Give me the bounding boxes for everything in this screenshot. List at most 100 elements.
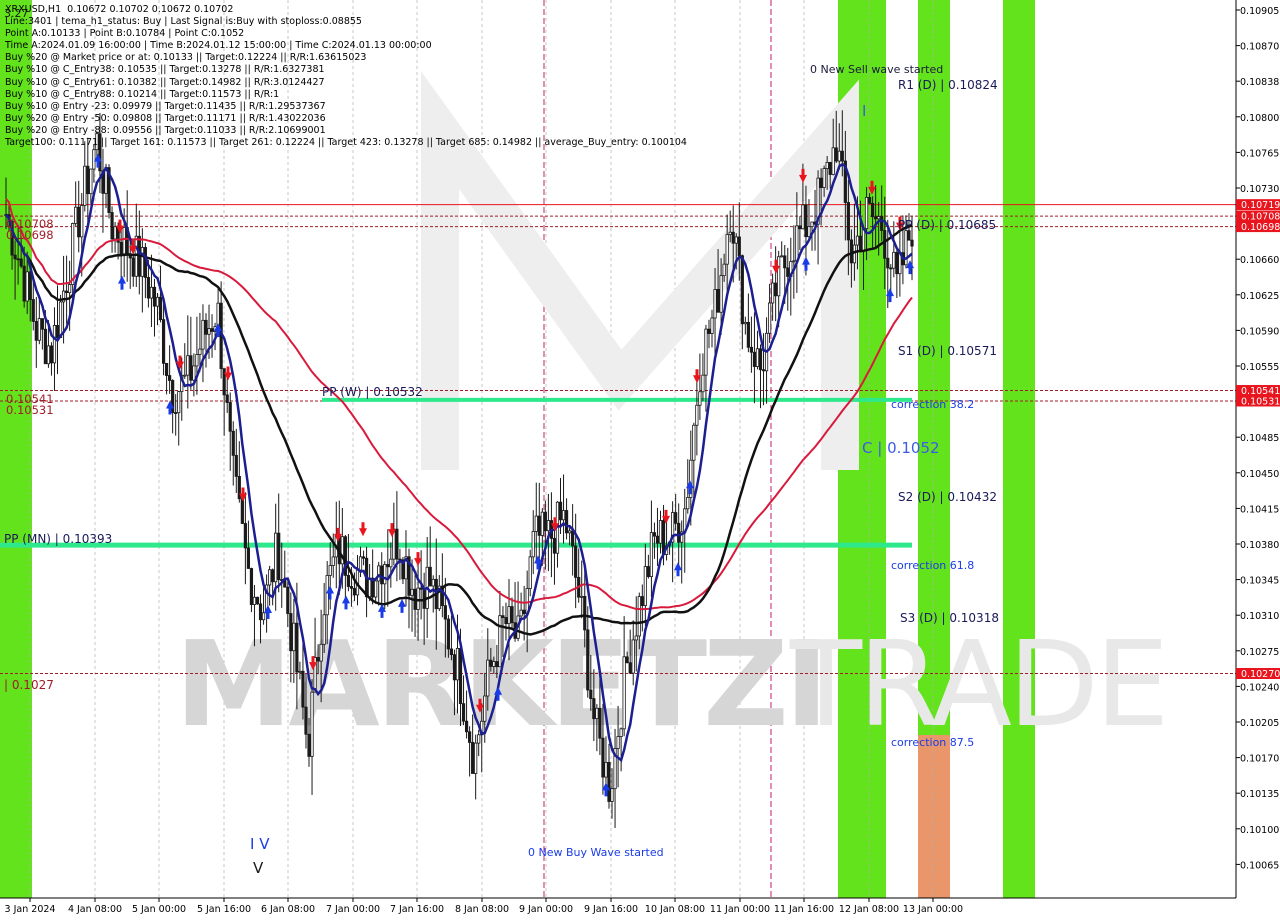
candle-body [428, 566, 432, 587]
candle-body [22, 265, 26, 302]
candle-body [92, 149, 96, 170]
candle-body [52, 325, 57, 364]
label-wave-c: C | 0.1052 [862, 439, 940, 457]
candle-body [49, 345, 54, 364]
candle-body [246, 547, 251, 569]
candle-body [574, 545, 578, 578]
candle-body [40, 318, 44, 330]
green-zone-4 [1003, 0, 1035, 898]
candle-body [637, 596, 641, 637]
candle-body [807, 226, 811, 238]
candle-body [701, 374, 705, 393]
price-tick-label: 0.10170 [1240, 754, 1279, 765]
candle-body [377, 565, 381, 582]
candle-body [419, 587, 423, 590]
label-correction-87: correction 87.5 [891, 736, 974, 749]
candle-body [46, 345, 51, 365]
candle-body [204, 319, 208, 335]
time-tick-label: 8 Jan 08:00 [455, 904, 509, 915]
candle-body [301, 670, 305, 708]
label-s2: S2 (D) | 0.10432 [898, 490, 997, 504]
candle-body [286, 586, 290, 614]
price-tick-label: 0.10275 [1240, 647, 1279, 658]
candle-body [325, 575, 329, 616]
candle-body [622, 656, 626, 730]
candle-body [310, 691, 314, 757]
candle-body [519, 609, 523, 617]
candle-body [361, 556, 366, 559]
time-tick-label: 6 Jan 08:00 [261, 904, 315, 915]
candle-body [674, 512, 678, 524]
candle-body [131, 257, 135, 277]
candle-body [558, 501, 563, 521]
candle-body [586, 629, 590, 691]
candle-body [449, 648, 454, 656]
candle-body [831, 147, 835, 175]
candle-body [883, 230, 887, 259]
info-line: Buy %10 @ C_Entry38: 0.10535 || Target:0… [5, 64, 325, 76]
candle-body [307, 733, 311, 757]
candle-body [874, 216, 878, 220]
candle-body [277, 532, 281, 580]
info-line: Time A:2024.01.09 16:00:00 | Time B:2024… [5, 40, 432, 52]
candle-body [761, 369, 766, 372]
candle-body [889, 267, 893, 270]
candle-body [722, 263, 726, 277]
candle-body [510, 606, 514, 624]
candle-body [531, 531, 535, 558]
label-correction-38: correction 38.2 [891, 398, 974, 411]
candle-body [607, 761, 611, 802]
candle-body [880, 216, 884, 231]
candle-body [86, 165, 90, 195]
candle-body [177, 391, 181, 414]
candle-body [643, 566, 647, 606]
candle-body [758, 348, 763, 371]
candle-body [146, 277, 151, 299]
candle-body [822, 168, 826, 188]
candle-body [216, 302, 220, 328]
candle-body [704, 328, 708, 376]
candle-body [455, 647, 460, 681]
price-label-badge-text: 0.10719 [1241, 200, 1280, 211]
candle-body [210, 328, 214, 332]
candle-body [798, 225, 802, 230]
candle-body [258, 603, 263, 621]
candle-body [261, 612, 266, 621]
candle-body [589, 689, 593, 700]
candle-body [864, 197, 869, 229]
candle-body [783, 255, 787, 269]
candle-body [795, 225, 799, 262]
candle-body [604, 761, 608, 778]
candle-body [658, 520, 663, 544]
time-tick-label: 9 Jan 16:00 [584, 904, 638, 915]
candle-body [707, 328, 711, 334]
price-tick-label: 0.10838 [1240, 77, 1279, 88]
candle-body [295, 622, 299, 673]
info-line: Buy %10 @ C_Entry88: 0.10214 || Target:0… [5, 88, 280, 100]
label-wave-iv: I V [250, 835, 270, 853]
info-line: Point A:0.10133 | Point B:0.10784 | Poin… [5, 28, 245, 40]
candle-body [492, 661, 496, 667]
candle-body [571, 530, 575, 547]
candle-body [352, 587, 357, 596]
price-tick-label: 0.10310 [1240, 611, 1279, 622]
candle-body [716, 289, 720, 313]
candle-body [537, 515, 541, 536]
info-line: Buy %10 @ C_Entry61: 0.10382 || Target:0… [5, 76, 325, 88]
candle-body [477, 734, 481, 744]
candle-body [34, 321, 38, 341]
time-tick-label: 13 Jan 00:00 [903, 904, 963, 915]
time-tick-label: 11 Jan 16:00 [774, 904, 834, 915]
candle-body [886, 257, 890, 269]
price-tick-label: 0.10345 [1240, 576, 1279, 587]
label-s1: S1 (D) | 0.10571 [898, 344, 997, 358]
candle-body [186, 355, 190, 376]
candle-body [386, 564, 390, 568]
candle-body [507, 606, 511, 625]
candle-body [713, 289, 717, 319]
candle-body [855, 235, 860, 246]
candle-body [755, 348, 760, 367]
candle-body [16, 258, 20, 261]
candle-body [877, 216, 881, 220]
candle-body [158, 296, 163, 321]
